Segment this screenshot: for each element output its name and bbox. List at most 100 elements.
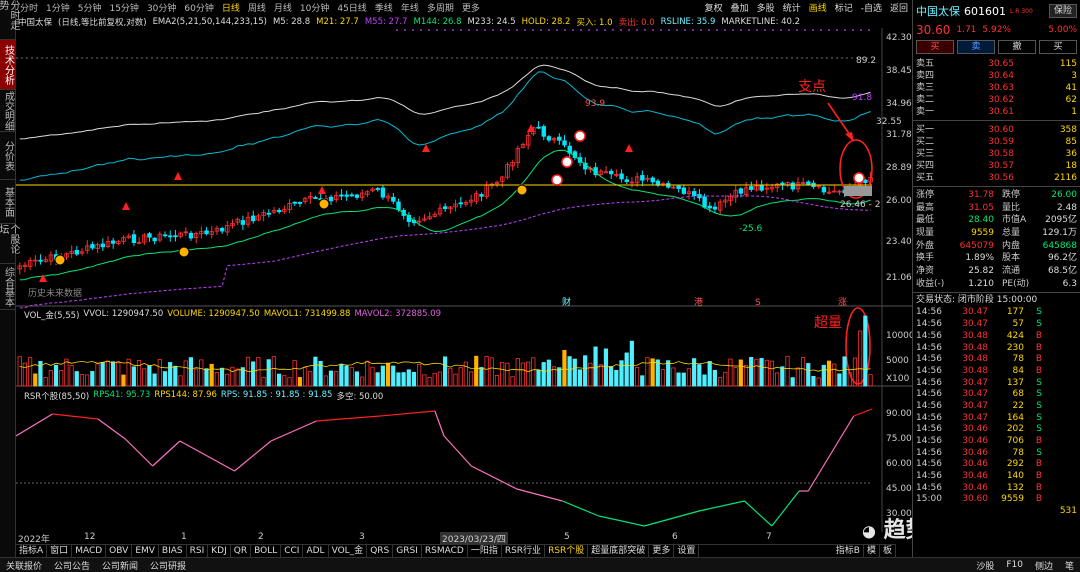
bids-row-3[interactable]: 买四 30.57 18 — [913, 160, 1080, 172]
period-10[interactable]: 45日线 — [333, 1, 370, 14]
period-5[interactable]: 60分钟 — [180, 1, 217, 14]
status-link-0[interactable]: 关联报价 — [0, 559, 48, 572]
indicator-tab-21[interactable]: 设置 — [674, 545, 700, 557]
stock-name-label: 中国太保 — [18, 17, 53, 28]
cancel-button[interactable]: 撤 — [998, 40, 1036, 54]
indicator-tab-9[interactable]: BOLL — [251, 545, 282, 557]
volume-bar — [193, 368, 199, 387]
tick-list[interactable]: 14:56 30.47 177 S 14:56 30.47 57 S 14:56 30.48 424… — [913, 307, 1080, 517]
toolbar-action-1[interactable]: 叠加 — [727, 1, 753, 14]
period-2[interactable]: 5分钟 — [74, 1, 106, 14]
bids-row-2[interactable]: 买三 30.58 36 — [913, 148, 1080, 160]
candle-body — [562, 140, 567, 146]
status-link-1[interactable]: 公司公告 — [48, 559, 96, 572]
asks-volume: 115 — [1059, 59, 1077, 70]
period-4[interactable]: 30分钟 — [143, 1, 180, 14]
toolbar-action-7[interactable]: 返回 — [886, 1, 912, 14]
period-7[interactable]: 周线 — [244, 1, 270, 14]
indicator-tab-4[interactable]: EMV — [132, 545, 159, 557]
indicator-tab-3[interactable]: OBV — [106, 545, 133, 557]
status-link-3[interactable]: 公司研报 — [144, 559, 192, 572]
left-tab-5[interactable]: 个股论坛 — [0, 224, 19, 264]
asks-row-2[interactable]: 卖三 30.63 41 — [913, 82, 1080, 94]
tick-side: S — [1036, 424, 1042, 435]
indicator-tab-12[interactable]: VOL_金 — [329, 545, 368, 557]
period-11[interactable]: 季线 — [371, 1, 397, 14]
status-right-0[interactable]: 沙股 — [970, 559, 1000, 572]
toolbar-action-0[interactable]: 复权 — [701, 1, 727, 14]
period-8[interactable]: 月线 — [270, 1, 296, 14]
sell-button[interactable]: 卖 — [957, 40, 995, 54]
rsi-line — [124, 438, 154, 467]
status-link-2[interactable]: 公司新闻 — [96, 559, 144, 572]
toolbar-action-5[interactable]: 标记 — [831, 1, 857, 14]
left-tab-6[interactable]: 综合基本 — [0, 264, 16, 310]
asks-row-4[interactable]: 卖一 30.61 1 — [913, 106, 1080, 118]
indicator-b-tab-2[interactable]: 板 — [880, 545, 896, 557]
x-label-1: 12 — [84, 532, 96, 542]
period-0[interactable]: 分时 — [16, 1, 42, 14]
indicator-tab-17[interactable]: RSR行业 — [502, 545, 546, 557]
indicator-tab-8[interactable]: QR — [231, 545, 252, 557]
left-tab-4[interactable]: 基本面 — [0, 180, 16, 224]
bids-level: 买二 — [916, 136, 935, 147]
indicator-tab-6[interactable]: RSI — [187, 545, 209, 557]
tick-time: 14:56 — [916, 377, 942, 388]
indicator-tab-7[interactable]: KDJ — [208, 545, 231, 557]
bids-row-1[interactable]: 买二 30.59 85 — [913, 136, 1080, 148]
status-right-3[interactable]: 笔 — [1059, 559, 1080, 572]
volume-bar — [349, 366, 354, 387]
indicator-tab-11[interactable]: ADL — [303, 545, 329, 557]
toolbar-action-4[interactable]: 画线 — [805, 1, 831, 14]
period-1[interactable]: 1分钟 — [42, 1, 74, 14]
rps41-label: RPS41: 95.73 — [93, 390, 151, 400]
indicator-tab-14[interactable]: GRSI — [393, 545, 422, 557]
toolbar-action-2[interactable]: 多股 — [753, 1, 779, 14]
period-6[interactable]: 日线 — [218, 1, 244, 14]
tick-time: 14:56 — [916, 319, 942, 330]
status-right-2[interactable]: 侧边 — [1029, 559, 1059, 572]
indicator-b-tab-1[interactable]: 模 — [864, 545, 880, 557]
indicator-tab-10[interactable]: CCI — [281, 545, 304, 557]
ema-label[interactable]: EMA2(5,21,50,144,233,15) — [153, 17, 267, 27]
asks-row-3[interactable]: 卖二 30.62 62 — [913, 94, 1080, 106]
indicator-tab-16[interactable]: 一阳指 — [468, 545, 502, 557]
bids-row-0[interactable]: 买一 30.60 358 — [913, 123, 1080, 135]
rsi-title[interactable]: RSR个股(85,50) — [24, 390, 89, 402]
toolbar-action-6[interactable]: -自选 — [857, 1, 886, 14]
period-14[interactable]: 更多 — [458, 1, 484, 14]
buy-marker-icon — [318, 186, 326, 194]
asks-row-1[interactable]: 卖四 30.64 3 — [913, 70, 1080, 82]
period-12[interactable]: 年线 — [397, 1, 423, 14]
left-tab-2[interactable]: 成交明细 — [0, 90, 16, 132]
indicator-tab-2[interactable]: MACD — [72, 545, 107, 557]
indicator-b-tab-0[interactable]: 指标B — [833, 545, 864, 557]
left-tab-3[interactable]: 分价表 — [0, 132, 16, 180]
indicator-tab-19[interactable]: 超量底部突破 — [588, 545, 650, 557]
left-tab-1[interactable]: 技术分析 — [0, 40, 16, 90]
volume-bar — [821, 364, 826, 387]
indicator-tab-13[interactable]: QRS — [367, 545, 394, 557]
volume-bar — [489, 357, 494, 387]
bids-row-4[interactable]: 买五 30.56 2116 — [913, 172, 1080, 184]
indicator-tab-1[interactable]: 窗口 — [47, 545, 73, 557]
kline-chart-svg[interactable]: 89.2 91.8 32.55 26.46 - 2 93.9 -25.6 历史未来数据财 港 S… — [16, 28, 912, 532]
period-13[interactable]: 多周期 — [423, 1, 458, 14]
indicator-tab-5[interactable]: BIAS — [159, 545, 187, 557]
sector-button[interactable]: 保险 — [1049, 4, 1077, 18]
toolbar-action-3[interactable]: 统计 — [779, 1, 805, 14]
vol-title[interactable]: VOL_金(5,55) — [24, 309, 79, 321]
indicator-tab-18[interactable]: RSR个股 — [545, 545, 589, 557]
period-3[interactable]: 15分钟 — [105, 1, 142, 14]
candle-body — [619, 173, 624, 180]
buy2-button[interactable]: 买 — [1039, 40, 1077, 54]
volume-bar — [676, 372, 681, 387]
period-9[interactable]: 10分钟 — [296, 1, 333, 14]
indicator-tab-20[interactable]: 更多 — [649, 545, 675, 557]
asks-row-0[interactable]: 卖五 30.65 115 — [913, 58, 1080, 70]
buy-button[interactable]: 买 — [916, 40, 954, 54]
indicator-tab-0[interactable]: 指标A — [16, 545, 48, 557]
status-right-1[interactable]: F10 — [1000, 560, 1029, 570]
indicator-tab-15[interactable]: RSMACD — [422, 545, 468, 557]
left-tab-0[interactable]: 分时走势 — [0, 0, 19, 40]
